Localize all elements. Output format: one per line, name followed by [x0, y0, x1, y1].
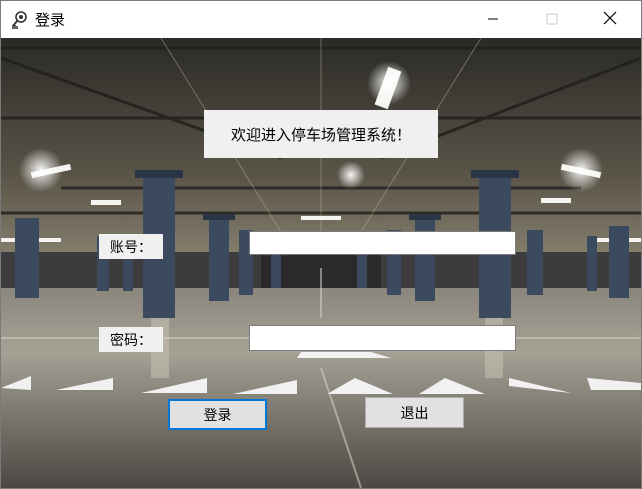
login-button[interactable]: 登录	[168, 399, 267, 430]
close-icon	[603, 10, 617, 29]
close-button[interactable]	[587, 1, 633, 38]
exit-button[interactable]: 退出	[365, 397, 464, 428]
login-window: 登录 欢迎进入停车场管理系统！ 账号： 密码： 登录 退出	[0, 0, 642, 489]
window-title: 登录	[35, 11, 66, 29]
minimize-icon	[487, 10, 499, 29]
account-input[interactable]	[249, 231, 516, 255]
account-label: 账号：	[99, 234, 163, 259]
welcome-banner: 欢迎进入停车场管理系统！	[204, 110, 438, 158]
minimize-button[interactable]	[470, 1, 516, 38]
maximize-button[interactable]	[529, 1, 575, 38]
password-label: 密码：	[99, 327, 163, 352]
maximize-icon	[546, 10, 558, 29]
parking-garage-background	[1, 38, 641, 488]
key-lock-icon	[10, 10, 30, 30]
title-bar[interactable]: 登录	[1, 1, 641, 38]
password-input[interactable]	[249, 325, 516, 351]
